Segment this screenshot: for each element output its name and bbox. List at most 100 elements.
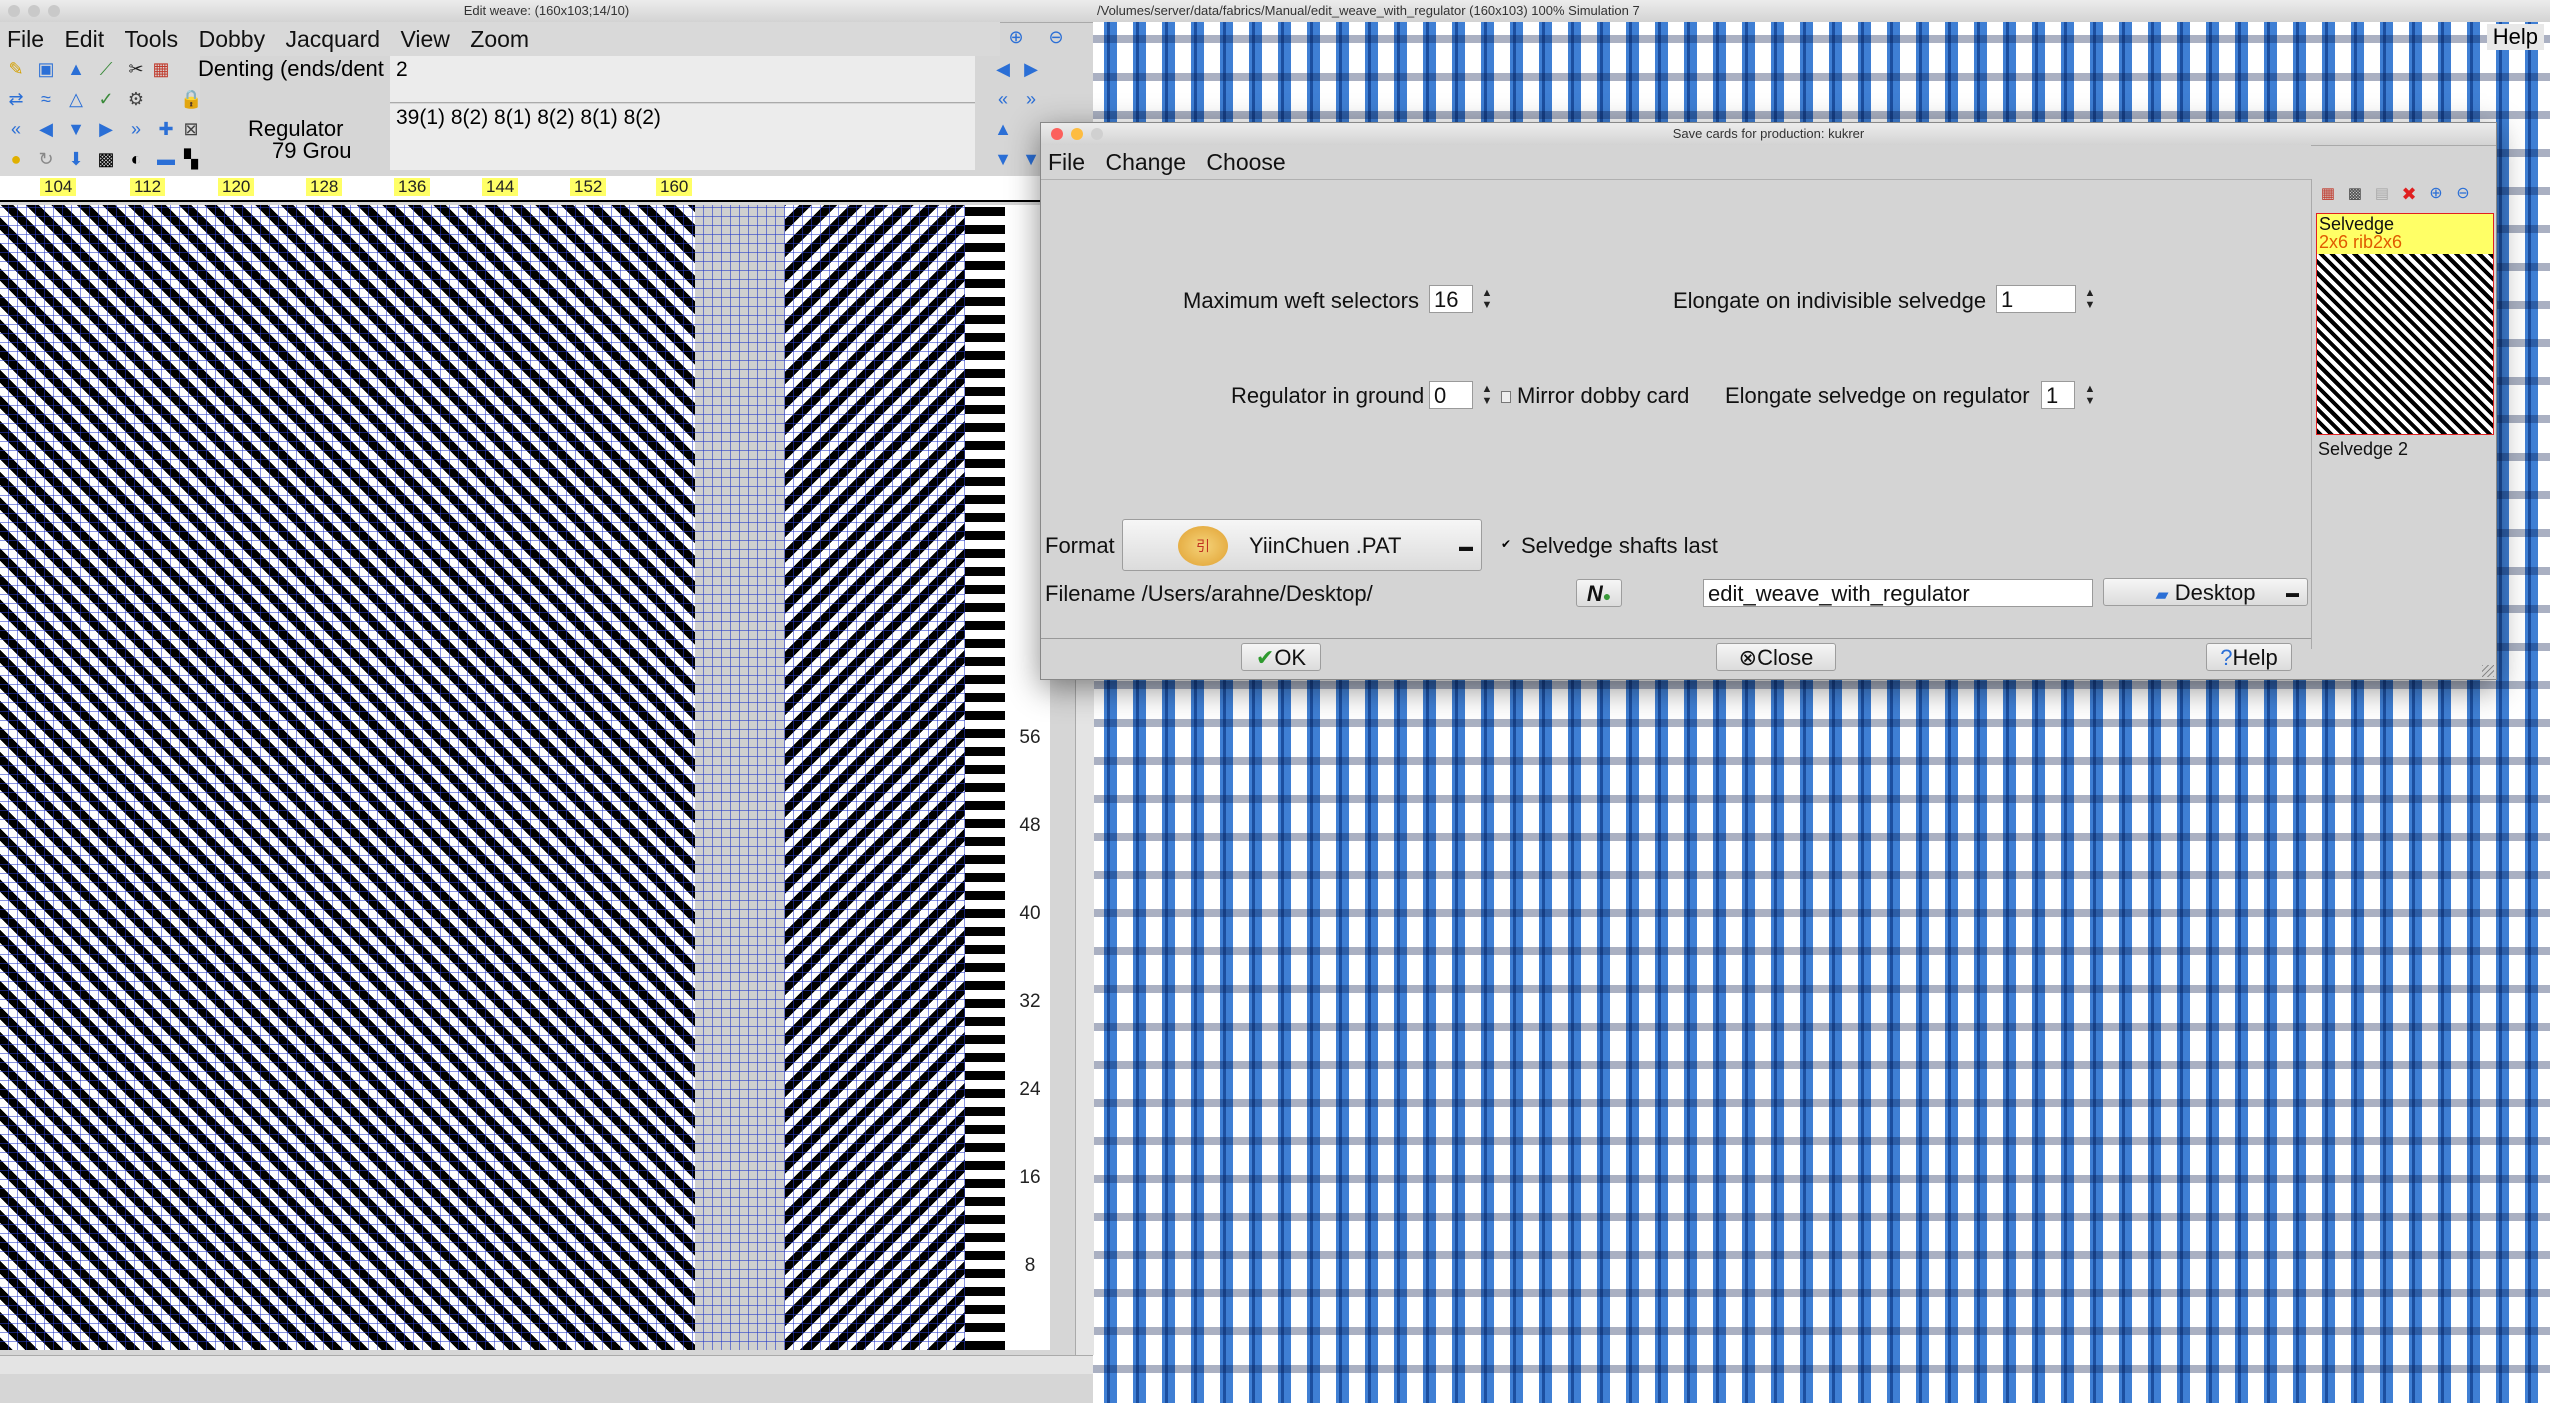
checker-icon[interactable]: ▩ [95,148,117,170]
regulator-ground-stepper[interactable]: ▲ ▼ [1481,383,1493,407]
nav-double-left-icon[interactable]: « [992,88,1014,110]
dialog-menu-choose[interactable]: Choose [1199,145,1292,179]
rotate-icon[interactable]: ↻ [35,148,57,170]
double-left-icon[interactable]: « [5,118,27,140]
help-menu[interactable]: Help [2486,24,2544,50]
close-window-icon[interactable] [8,5,20,17]
weave-pattern-right [785,205,965,1350]
selvedge-item-selected[interactable]: Selvedge 2x6 rib2x6 [2316,213,2494,435]
location-select[interactable]: ▰ Desktop ▬ [2103,578,2308,606]
nav-right-icon[interactable]: ▶ [1020,58,1042,80]
zoom-in-icon[interactable]: ⊕ [1005,26,1027,48]
nav-double-right-icon[interactable]: » [1020,88,1042,110]
filename-input[interactable]: edit_weave_with_regulator [1703,579,2093,607]
bulb-icon[interactable]: ● [5,148,27,170]
paste-selvedge-icon[interactable]: ▤ [2371,183,2393,205]
max-weft-stepper[interactable]: ▲ ▼ [1481,287,1493,311]
elongate-regulator-stepper[interactable]: ▲ ▼ [2084,383,2096,407]
wave-icon[interactable]: ≈ [35,88,57,110]
zoom-out-icon[interactable]: ⊖ [1045,26,1067,48]
dialog-minimize-icon[interactable] [1071,128,1083,140]
menu-tools[interactable]: Tools [117,22,185,56]
nav-down-icon[interactable]: ▼ [992,148,1014,170]
ok-label: OK [1274,645,1307,670]
pattern-icon[interactable]: ▚ [180,148,202,170]
regulator-field[interactable]: 39(1) 8(2) 8(1) 8(2) 8(1) 8(2) [390,104,975,170]
selvedge-preview [2317,254,2493,434]
selvedge-last-label: Selvedge shafts last [1521,533,1718,558]
max-weft-label: Maximum weft selectors [1183,288,1419,313]
menu-file[interactable]: File [0,22,51,56]
add-selvedge-icon[interactable]: ▦ [2317,183,2339,205]
menu-jacquard[interactable]: Jacquard [278,22,387,56]
zoom-out-selvedge-icon[interactable]: ⊖ [2452,183,2474,205]
select-icon[interactable]: ▣ [35,58,57,80]
denting-field[interactable]: 2 [390,56,975,103]
resize-grip-icon[interactable] [2482,665,2494,677]
scissors-icon[interactable]: ✂ [125,58,147,80]
selvedge-sub: 2x6 rib2x6 [2319,232,2403,252]
dialog-zoom-icon[interactable] [1091,128,1103,140]
dialog-close-icon[interactable] [1051,128,1063,140]
elongate-indivisible-label: Elongate on indivisible selvedge [1673,288,1987,313]
horizontal-scrollbar[interactable] [0,1355,1093,1374]
nav-left-icon[interactable]: ◀ [992,58,1014,80]
cross-icon[interactable]: ⊠ [180,118,202,140]
filename-label: Filename /Users/arahne/Desktop/ [1045,581,1373,606]
selvedge-item[interactable]: Selvedge 2 [2318,439,2408,460]
dialog-menu-file[interactable]: File [1041,145,1092,179]
format-label: Format [1045,533,1115,558]
elongate-indivisible-stepper[interactable]: ▲ ▼ [2084,287,2096,311]
new-name-icon: N [1586,581,1603,606]
fill-icon[interactable]: ◐ [125,148,147,170]
elongate-regulator-input[interactable]: 1 [2041,381,2075,409]
plus-icon[interactable]: ✚ [155,118,177,140]
triangle-icon[interactable]: △ [65,88,87,110]
grid-icon[interactable]: ▦ [150,58,172,80]
ruler-label: 144 [482,178,519,196]
close-button[interactable]: ⊗Close [1716,643,1836,671]
arrow-up-icon[interactable]: ▲ [65,58,87,80]
selvedge-last-checkbox[interactable]: ✔ [1501,538,1513,550]
nav-down2-icon[interactable]: ▼ [1020,148,1042,170]
double-right-icon[interactable]: » [125,118,147,140]
dialog-menu-change[interactable]: Change [1098,145,1193,179]
menu-view[interactable]: View [393,22,456,56]
pencil-icon[interactable]: ✎ [5,58,27,80]
row-number: 24 [1010,1079,1050,1101]
check-icon[interactable]: ✓ [95,88,117,110]
new-name-button[interactable]: N● [1576,579,1622,607]
minus-icon[interactable]: ▬ [155,148,177,170]
ok-button[interactable]: ✔OK [1241,643,1321,671]
weave-grid[interactable] [0,205,1050,1350]
max-weft-input[interactable]: 16 [1429,285,1473,313]
left-icon[interactable]: ◀ [35,118,57,140]
delete-selvedge-icon[interactable]: ✖ [2398,183,2420,205]
mirror-checkbox[interactable] [1501,391,1511,403]
menu-zoom[interactable]: Zoom [463,22,536,56]
zoom-in-selvedge-icon[interactable]: ⊕ [2425,183,2447,205]
lock-icon[interactable]: 🔒 [180,88,202,110]
tool-palette: ✎ ▣ ▲ ⟋ ✂ ▦ ⇄ ≈ △ ✓ ⚙ 🔒 « ◀ ▼ ▶ » ✚ ⊠ ● … [0,56,202,176]
minimize-window-icon[interactable] [28,5,40,17]
help-label: Help [2232,645,2278,670]
tools-icon[interactable]: ⚙ [125,88,147,110]
menu-dobby[interactable]: Dobby [192,22,272,56]
ruler-label: 160 [656,178,693,196]
ruler-label: 136 [394,178,431,196]
format-select[interactable]: 引 YiinChuen .PAT ▬ [1122,519,1482,571]
help-button[interactable]: ?Help [2206,643,2292,671]
twill-icon[interactable]: ⟋ [95,58,117,80]
duplicate-selvedge-icon[interactable]: ▩ [2344,183,2366,205]
save-cards-dialog: Save cards for production: kukrer File C… [1040,122,2497,680]
shuffle-icon[interactable]: ⇄ [5,88,27,110]
menu-edit[interactable]: Edit [57,22,111,56]
right-icon[interactable]: ▶ [95,118,117,140]
down-arrow-icon[interactable]: ⬇ [65,148,87,170]
regulator-ground-input[interactable]: 0 [1429,381,1473,409]
down-icon[interactable]: ▼ [65,118,87,140]
elongate-indivisible-input[interactable]: 1 [1996,285,2076,313]
nav-up-icon[interactable]: ▲ [992,118,1014,140]
selvedge-panel: ▦ ▩ ▤ ✖ ⊕ ⊖ Selvedge 2x6 rib2x6 Selvedge… [2311,179,2496,649]
zoom-window-icon[interactable] [48,5,60,17]
